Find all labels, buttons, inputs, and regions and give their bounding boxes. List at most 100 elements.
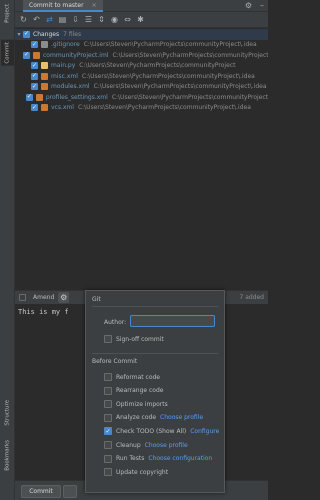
before-commit-option[interactable]: Analyze code Choose profile (104, 413, 203, 422)
project-tool-tab[interactable]: Project (2, 4, 13, 23)
file-type-icon (33, 51, 40, 59)
author-input[interactable] (130, 315, 215, 327)
option-link[interactable]: Choose configuration (148, 455, 212, 462)
file-checkbox[interactable]: ✓ (31, 41, 38, 49)
file-path: C:\Users\Steven\PycharmProjects\communit… (112, 51, 268, 59)
file-checkbox[interactable]: ✓ (31, 62, 38, 70)
file-checkbox[interactable]: ✓ (31, 72, 38, 80)
option-checkbox[interactable] (104, 373, 112, 381)
commit-tool-tab[interactable]: Commit (1, 40, 14, 66)
amend-label: Amend (33, 294, 55, 301)
structure-tool-label: Structure (4, 400, 11, 426)
close-icon[interactable]: × (92, 2, 97, 9)
before-commit-option[interactable]: Rearrange code (104, 386, 164, 395)
tab-commit-to-master[interactable]: Commit to master × (23, 0, 103, 12)
option-checkbox[interactable] (104, 400, 112, 409)
before-commit-section-title: Before Commit (92, 358, 138, 365)
commit-button[interactable]: Commit (21, 485, 61, 498)
divider (92, 306, 218, 307)
changes-count: 7 files (63, 30, 82, 38)
file-type-icon (41, 62, 48, 70)
option-checkbox[interactable] (104, 454, 112, 463)
shelve-icon[interactable]: ⇩ (71, 15, 80, 24)
amend-checkbox[interactable] (19, 294, 26, 301)
commit-and-push-button[interactable] (63, 485, 77, 498)
file-checkbox[interactable]: ✓ (23, 51, 30, 59)
before-commit-option[interactable]: Reformat code (104, 373, 160, 381)
file-list: ✓ .gitignore C:\Users\Steven\PycharmProjec… (15, 40, 268, 114)
option-label: Cleanup (116, 441, 141, 449)
option-label: Analyze code (116, 414, 157, 422)
file-row[interactable]: ✓ profiles_settings.xml C:\Users\Steven\Py… (15, 92, 268, 103)
signoff-option[interactable]: Sign-off commit (104, 335, 164, 343)
file-name: profiles_settings.xml (45, 93, 108, 101)
file-type-icon (41, 83, 48, 91)
changes-checkbox[interactable]: ✓ (23, 30, 30, 38)
before-commit-option[interactable]: Update copyright (104, 468, 168, 477)
option-link[interactable]: Choose profile (145, 442, 188, 449)
option-label: Rearrange code (116, 387, 164, 395)
settings-icon[interactable]: ✱ (136, 15, 145, 24)
commit-options-gear-icon[interactable]: ⚙ (58, 292, 70, 303)
before-commit-option[interactable]: ✓ Check TODO (Show All) Configure (104, 427, 219, 436)
changes-label: Changes (33, 30, 60, 38)
added-count: 7 added (239, 294, 264, 301)
rollback-icon[interactable]: ↶ (32, 15, 41, 24)
before-commit-option[interactable]: Cleanup Choose profile (104, 441, 188, 449)
file-name: misc.xml (51, 72, 78, 80)
option-label: Check TODO (Show All) (116, 427, 187, 435)
changelist-icon[interactable]: ☰ (84, 15, 93, 24)
file-checkbox[interactable]: ✓ (25, 93, 33, 101)
expand-arrow-icon[interactable]: ▾ (15, 31, 23, 38)
option-checkbox[interactable]: ✓ (104, 427, 112, 436)
file-row[interactable]: ✓ misc.xml C:\Users\Steven\PycharmProjects… (15, 71, 268, 82)
changes-tree: ▾ ✓ Changes 7 files ✓ .gitignore C:\Users\… (15, 29, 268, 290)
file-path: C:\Users\Steven\PycharmProjects\communit… (81, 72, 255, 80)
option-link[interactable]: Choose profile (160, 414, 203, 421)
show-diff-icon[interactable]: ⇄ (45, 15, 54, 24)
gear-icon[interactable]: ⚙ (245, 1, 252, 10)
tab-bar-actions: ⚙ – (245, 1, 264, 10)
signoff-checkbox[interactable] (104, 335, 112, 343)
bookmarks-tool-tab[interactable]: Bookmarks (2, 440, 13, 471)
file-row[interactable]: ✓ main.py C:\Users\Steven\PycharmProjects\… (15, 61, 268, 72)
before-commit-option[interactable]: Run Tests Choose configuration (104, 454, 212, 463)
project-tool-label: Project (4, 4, 11, 23)
refresh-icon[interactable]: ↻ (19, 15, 28, 24)
tool-window-strip: Project Commit Structure Bookmarks (0, 0, 15, 500)
file-type-icon (41, 41, 48, 49)
changes-group-row[interactable]: ▾ ✓ Changes 7 files (15, 29, 268, 40)
option-checkbox[interactable] (104, 441, 112, 449)
file-row[interactable]: ✓ .gitignore C:\Users\Steven\PycharmProjec… (15, 40, 268, 51)
file-row[interactable]: ✓ communityProject.iml C:\Users\Steven\Pyc… (15, 50, 268, 61)
group-by-icon[interactable]: ▤ (58, 15, 67, 24)
file-name: communityProject.iml (43, 51, 109, 59)
file-checkbox[interactable]: ✓ (31, 104, 38, 112)
file-row[interactable]: ✓ vcs.xml C:\Users\Steven\PycharmProjects\… (15, 103, 268, 114)
file-name: main.py (51, 62, 76, 70)
view-options-icon[interactable]: ◉ (110, 15, 119, 24)
signoff-label: Sign-off commit (116, 335, 164, 343)
file-row[interactable]: ✓ modules.xml C:\Users\Steven\PycharmProje… (15, 82, 268, 93)
structure-tool-tab[interactable]: Structure (2, 400, 13, 426)
commit-toolbar: ↻ ↶ ⇄ ▤ ⇩ ☰ ⇕ ◉ ⇔ ✱ (15, 12, 268, 28)
file-path: C:\Users\Steven\PycharmProjects\communit… (93, 83, 267, 91)
option-checkbox[interactable] (104, 468, 112, 477)
collapse-all-icon[interactable]: ⇔ (123, 15, 132, 24)
tab-title: Commit to master (29, 1, 84, 9)
expand-all-icon[interactable]: ⇕ (97, 15, 106, 24)
option-link[interactable]: Configure (190, 428, 219, 435)
before-commit-option[interactable]: Optimize imports (104, 400, 168, 409)
file-path: C:\Users\Steven\PycharmProjects\communit… (83, 41, 257, 49)
bookmarks-tool-label: Bookmarks (4, 440, 11, 471)
commit-options-popup: Git Author: Sign-off commit Before Commi… (85, 290, 225, 493)
option-checkbox[interactable] (104, 386, 112, 395)
minimize-icon[interactable]: – (260, 1, 264, 10)
file-name: modules.xml (51, 83, 90, 91)
option-label: Optimize imports (116, 400, 168, 408)
option-label: Reformat code (116, 373, 160, 381)
commit-panel: Commit to master × ⚙ – ↻ ↶ ⇄ ▤ ⇩ ☰ ⇕ ◉ ⇔… (15, 0, 268, 500)
divider (92, 353, 218, 354)
option-checkbox[interactable] (104, 413, 112, 422)
file-checkbox[interactable]: ✓ (31, 83, 38, 91)
